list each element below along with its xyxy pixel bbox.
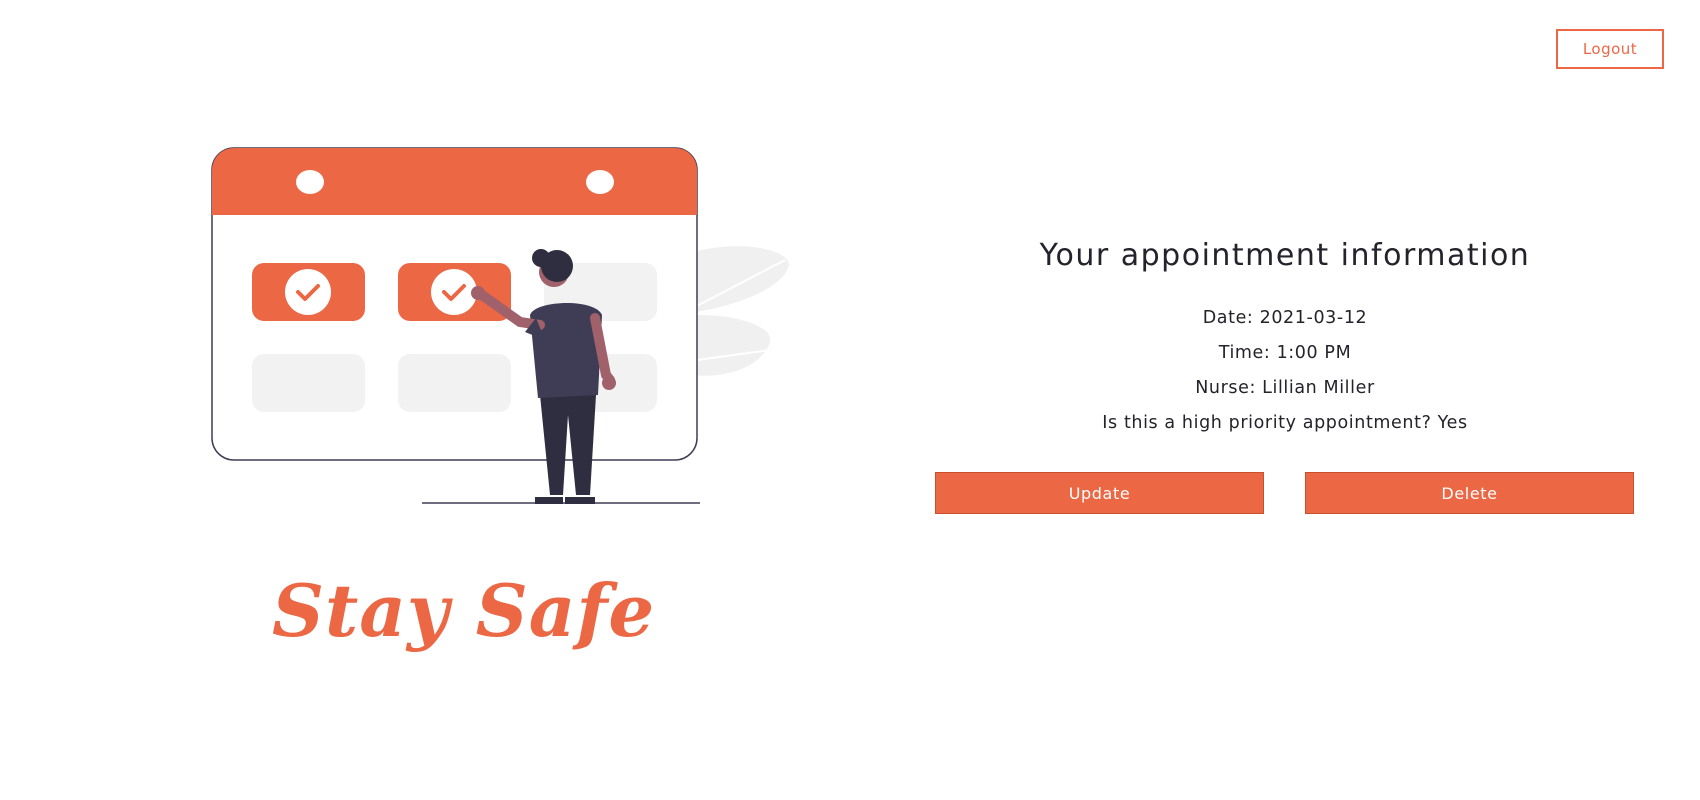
appointment-nurse: Nurse: Lillian Miller	[1195, 378, 1375, 398]
page-title: Your appointment information	[1039, 238, 1531, 273]
appointment-info-panel: Your appointment information Date: 2021-…	[935, 228, 1635, 441]
delete-button[interactable]: Delete	[1305, 472, 1634, 514]
stay-safe-tagline: Stay Safe	[272, 568, 656, 653]
appointment-date: Date: 2021-03-12	[1202, 308, 1368, 328]
logout-button[interactable]: Logout	[1556, 29, 1664, 69]
update-button[interactable]: Update	[935, 472, 1264, 514]
appointment-priority: Is this a high priority appointment? Yes	[1102, 413, 1468, 433]
checkmark-icon	[431, 269, 477, 315]
appointment-time: Time: 1:00 PM	[1218, 343, 1352, 363]
action-buttons: Update Delete	[935, 472, 1635, 514]
checkmark-icon	[285, 269, 331, 315]
calendar-illustration	[211, 147, 792, 504]
